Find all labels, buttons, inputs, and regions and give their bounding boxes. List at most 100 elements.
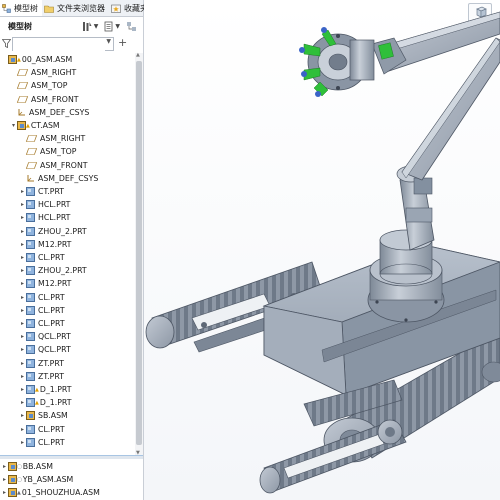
- tree-node-label: CL.PRT: [38, 424, 65, 434]
- tree-node-label: YB_ASM.ASM: [22, 475, 74, 485]
- tree-node[interactable]: ASM_RIGHT: [10, 66, 76, 79]
- chevron-down-icon[interactable]: ▼: [106, 38, 111, 45]
- tree-node[interactable]: ▸ HCL.PRT: [19, 198, 70, 211]
- tree-node[interactable]: ASM_FRONT: [19, 159, 88, 172]
- expand-icon[interactable]: ▸: [1, 476, 8, 483]
- expand-icon[interactable]: ▸: [19, 294, 26, 301]
- expand-icon[interactable]: ▸: [1, 463, 8, 470]
- expand-icon[interactable]: ▾: [10, 122, 17, 129]
- expand-icon[interactable]: ▸: [19, 439, 26, 446]
- part-icon: [26, 200, 35, 210]
- tree-columns-button[interactable]: [126, 21, 137, 32]
- tree-node-label: ZT.PRT: [38, 371, 64, 381]
- tree-node[interactable]: ▸ ZT.PRT: [19, 357, 64, 370]
- expand-icon[interactable]: ▸: [19, 228, 26, 235]
- expand-icon[interactable]: ▸: [19, 320, 26, 327]
- tree-node[interactable]: ▸ ▲ D_1.PRT: [19, 396, 72, 409]
- part-icon: [26, 385, 35, 394]
- datum-plane-icon: [16, 82, 29, 90]
- search-input[interactable]: ▼: [12, 37, 114, 57]
- expand-icon[interactable]: ▸: [19, 426, 26, 433]
- status-flag-icon: ▲: [35, 399, 39, 406]
- tree-node[interactable]: ▸ CT.PRT: [19, 185, 64, 198]
- tree-node[interactable]: ASM_RIGHT: [19, 132, 85, 145]
- graphics-window[interactable]: [144, 0, 500, 500]
- expand-icon[interactable]: ▸: [19, 333, 26, 340]
- datum-plane-icon: [16, 69, 29, 76]
- tree-node[interactable]: ▸ QCL.PRT: [19, 330, 71, 343]
- tree-node[interactable]: ▸ CL.PRT: [19, 317, 65, 330]
- tree-node[interactable]: ▸ CL.PRT: [19, 304, 65, 317]
- tree-node[interactable]: ▸ ZT.PRT: [19, 370, 64, 383]
- tree-node[interactable]: ▸ ZHOU_2.PRT: [19, 225, 87, 238]
- tree-node[interactable]: ASM_DEF_CSYS: [19, 172, 98, 185]
- expand-icon[interactable]: ▸: [19, 280, 26, 287]
- status-flag-icon: ▢: [17, 476, 22, 483]
- tree-node[interactable]: ASM_DEF_CSYS: [10, 106, 89, 119]
- add-filter-button[interactable]: +: [118, 36, 127, 49]
- tree-node-label: CL.PRT: [38, 292, 65, 302]
- status-flag-icon: ▲: [35, 386, 39, 393]
- expand-icon[interactable]: ▸: [19, 412, 26, 419]
- expand-icon[interactable]: ▸: [19, 399, 26, 406]
- tree-node[interactable]: ▸ CL.PRT: [19, 251, 65, 264]
- expand-icon[interactable]: ▸: [1, 489, 8, 496]
- expand-icon[interactable]: ▸: [19, 346, 26, 353]
- tree-node-label: ASM_TOP: [31, 81, 68, 91]
- tree-node[interactable]: ▸ HCL.PRT: [19, 211, 70, 224]
- chevron-down-icon: ▼: [115, 22, 120, 30]
- filter-icon[interactable]: [2, 39, 11, 48]
- tree-node[interactable]: ▸ ▢ YB_ASM.ASM: [1, 473, 73, 486]
- tree-node[interactable]: ▾ ▲ CT.ASM: [10, 119, 60, 132]
- tree-node-label: ASM_DEF_CSYS: [29, 107, 90, 117]
- tree-node-label: ASM_RIGHT: [31, 68, 77, 78]
- tree-node-label: ASM_RIGHT: [40, 134, 86, 144]
- tree-scrollbar[interactable]: ▲ ▼: [135, 52, 143, 456]
- favorites-icon: [111, 4, 121, 13]
- tree-node-label: 00_ASM.ASM: [21, 55, 73, 64]
- status-flag-icon: ▢: [17, 463, 22, 470]
- expand-icon[interactable]: ▸: [19, 373, 26, 380]
- tree-node-label: BB.ASM: [22, 462, 53, 471]
- tree-node-label: D_1.PRT: [39, 385, 72, 394]
- datum-plane-icon: [25, 148, 38, 156]
- tree-node[interactable]: ▸ M12.PRT: [19, 277, 71, 290]
- part-icon: [26, 424, 35, 434]
- expand-icon[interactable]: ▸: [19, 241, 26, 248]
- expand-icon[interactable]: ▸: [19, 386, 26, 393]
- tree-node[interactable]: ▸ CL.PRT: [19, 436, 65, 449]
- tree-node[interactable]: ▸ ▲ 01_SHOUZHUA.ASM: [1, 486, 100, 499]
- expand-icon[interactable]: ▸: [19, 254, 26, 261]
- tree-settings-button[interactable]: ▼: [82, 21, 98, 32]
- datum-plane-icon: [25, 161, 38, 169]
- expand-icon[interactable]: ▸: [19, 188, 26, 195]
- expand-icon[interactable]: ▸: [19, 214, 26, 221]
- expand-icon[interactable]: ▸: [19, 267, 26, 274]
- tree-node-label: CL.PRT: [38, 305, 65, 315]
- tree-node-label: ASM_FRONT: [31, 94, 79, 104]
- tree-node[interactable]: ▸ ▲ D_1.PRT: [19, 383, 72, 396]
- datum-plane-icon: [25, 135, 38, 142]
- tab-model-tree[interactable]: 模型树: [0, 0, 42, 16]
- tree-node-label: M12.PRT: [38, 239, 72, 249]
- show-button[interactable]: ▼: [104, 21, 120, 32]
- tree-node[interactable]: ▸ ZHOU_2.PRT: [19, 264, 87, 277]
- tree-node[interactable]: ▸ CL.PRT: [19, 291, 65, 304]
- tree-node[interactable]: ▸ SB.ASM: [19, 409, 68, 422]
- tab-label: 模型树: [14, 3, 38, 13]
- tree-columns-icon: [127, 21, 136, 31]
- expand-icon[interactable]: ▸: [19, 201, 26, 208]
- scroll-up-icon[interactable]: ▲: [136, 52, 140, 58]
- tree-node[interactable]: ▸ QCL.PRT: [19, 343, 71, 356]
- tree-node[interactable]: ▸ M12.PRT: [19, 238, 71, 251]
- tab-folder-browser[interactable]: 文件夹浏览器: [42, 0, 109, 16]
- tree-node[interactable]: ▸ CL.PRT: [19, 423, 65, 436]
- tree-node[interactable]: ASM_TOP: [10, 79, 68, 92]
- tree-node[interactable]: ▲ 00_ASM.ASM: [1, 53, 72, 66]
- tree-node[interactable]: ASM_FRONT: [10, 93, 79, 106]
- scrollbar-thumb[interactable]: [136, 61, 142, 445]
- tree-node[interactable]: ASM_TOP: [19, 145, 77, 158]
- expand-icon[interactable]: ▸: [19, 360, 26, 367]
- tree-node[interactable]: ▸ ▢ BB.ASM: [1, 460, 53, 473]
- expand-icon[interactable]: ▸: [19, 307, 26, 314]
